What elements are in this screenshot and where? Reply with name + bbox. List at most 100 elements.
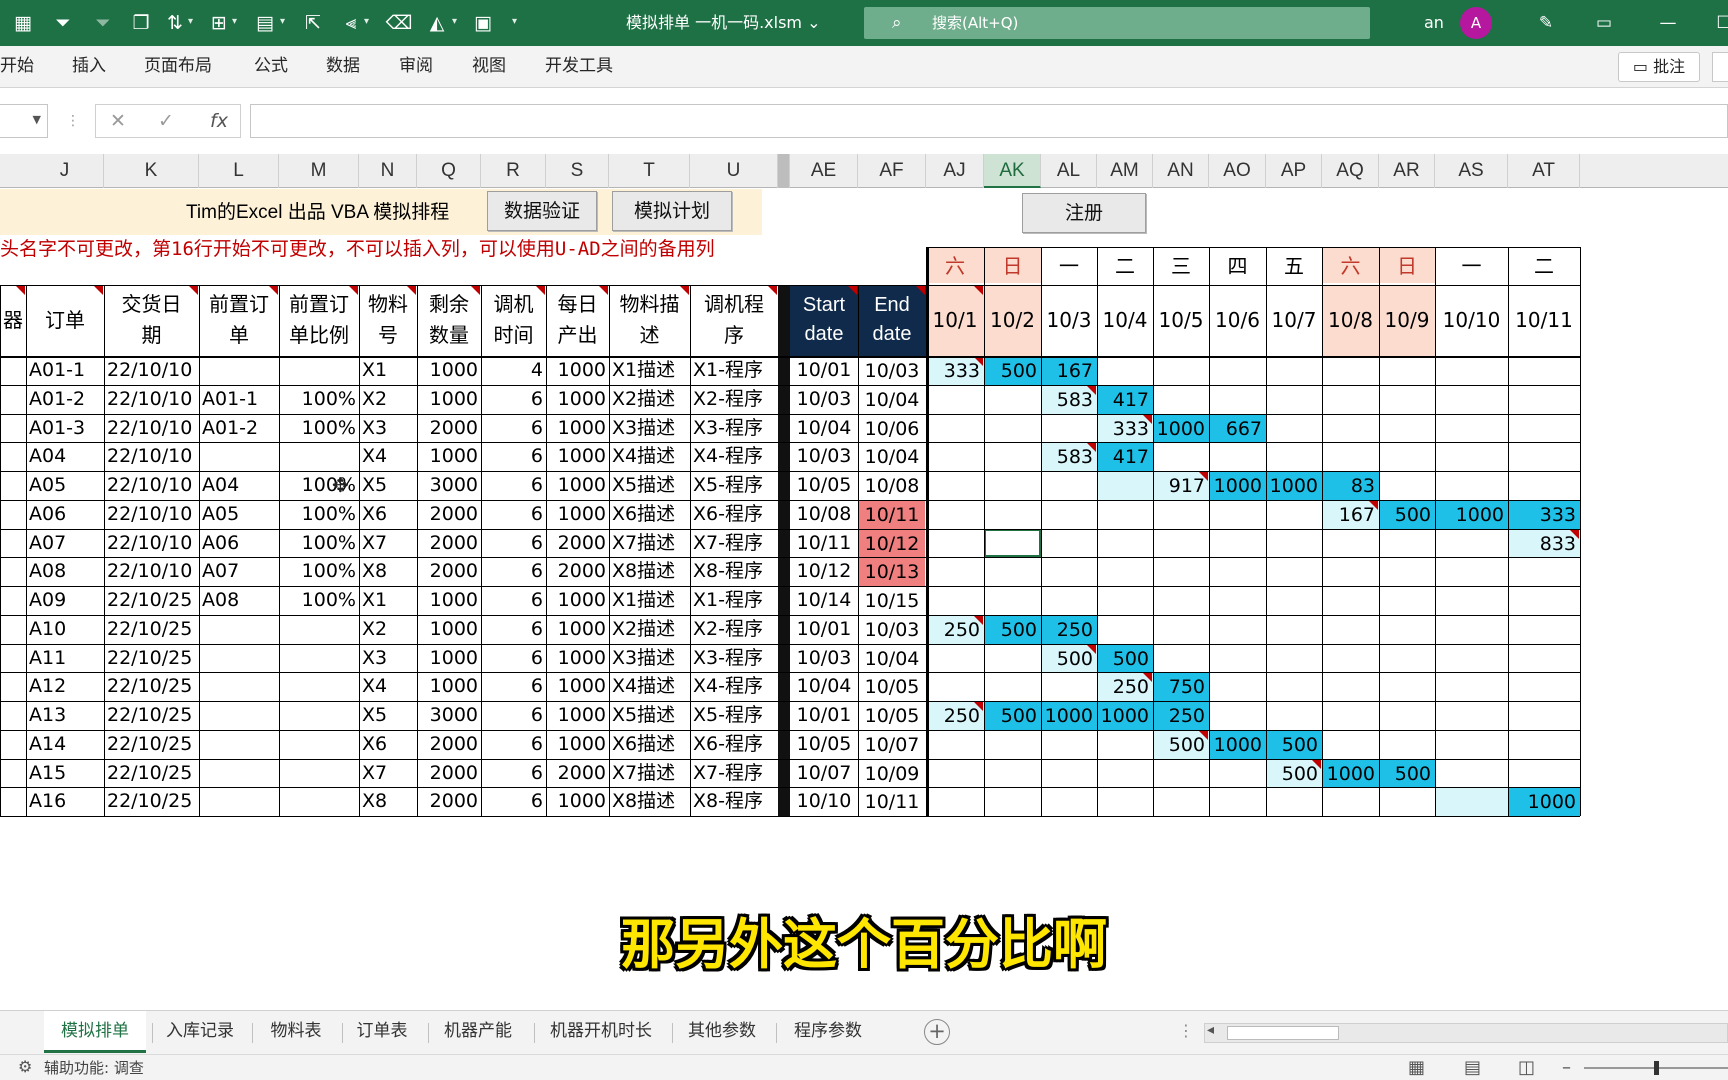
gantt-cell[interactable]: 500 [985, 357, 1041, 385]
cell-mat[interactable]: X6 [362, 500, 414, 529]
cell-mat[interactable]: X2 [362, 385, 414, 414]
gantt-cell[interactable]: 500 [1267, 730, 1322, 759]
ribbon-display-icon[interactable]: ▭ [1584, 0, 1624, 46]
cell-delivery[interactable]: 22/10/25 [107, 759, 196, 788]
cell-prog[interactable]: X2-程序 [693, 615, 775, 644]
cell-mat[interactable]: X2 [362, 615, 414, 644]
cell-setup[interactable]: 6 [484, 471, 543, 500]
insert-function-icon[interactable]: fx [210, 104, 228, 138]
tab-home[interactable]: 开始 [0, 46, 34, 88]
cell-daily[interactable]: 1000 [549, 414, 606, 443]
column-header-q[interactable]: Q [417, 154, 481, 188]
cell-desc[interactable]: X7描述 [612, 759, 687, 788]
cell-desc[interactable]: X4描述 [612, 672, 687, 701]
pointer-icon[interactable]: ⇱ [298, 8, 328, 38]
gantt-cell[interactable]: 750 [1154, 673, 1209, 701]
tab-review[interactable]: 审阅 [399, 46, 433, 88]
cell-remain[interactable]: 1000 [420, 385, 478, 414]
cell-setup[interactable]: 6 [484, 759, 543, 788]
column-header-s[interactable]: S [546, 154, 609, 188]
cell-pre[interactable] [202, 701, 276, 730]
cell-setup[interactable]: 6 [484, 672, 543, 701]
gantt-cell-empty[interactable] [1098, 472, 1153, 500]
cell-mat[interactable]: X4 [362, 672, 414, 701]
sheet-tab-orders[interactable]: 订单表 [346, 1011, 418, 1053]
cell-pre[interactable] [202, 356, 276, 385]
cell-desc[interactable]: X5描述 [612, 471, 687, 500]
cell-remain[interactable]: 1000 [420, 644, 478, 673]
column-header-l[interactable]: L [199, 154, 279, 188]
cell-remain[interactable]: 2000 [420, 787, 478, 816]
cell-end-date[interactable]: 10/04 [859, 386, 925, 414]
save-as-icon[interactable]: ▣ [468, 8, 498, 38]
column-header-k[interactable]: K [104, 154, 199, 188]
cell-mat[interactable]: X1 [362, 586, 414, 615]
cell-end-date[interactable]: 10/03 [859, 357, 925, 385]
cell-start-date[interactable]: 10/01 [790, 701, 858, 730]
share-button[interactable] [1712, 52, 1728, 82]
cell-prog[interactable]: X7-程序 [693, 529, 775, 558]
cell-end-date[interactable]: 10/11 [859, 500, 925, 529]
cell-remain[interactable]: 2000 [420, 500, 478, 529]
cell-delivery[interactable]: 22/10/10 [107, 385, 196, 414]
cell-order[interactable]: A12 [29, 672, 101, 701]
column-header-aq[interactable]: AQ [1322, 154, 1379, 188]
more-icon[interactable]: ⋮ [66, 104, 80, 138]
cell-daily[interactable]: 2000 [549, 529, 606, 558]
cell-prog[interactable]: X2-程序 [693, 385, 775, 414]
cell-daily[interactable]: 1000 [549, 644, 606, 673]
comments-button[interactable]: ▭ 批注 [1618, 52, 1700, 82]
chevron-down-icon[interactable]: ▾ [280, 16, 285, 27]
scroll-left-icon[interactable]: ◂ [1207, 1022, 1214, 1038]
cell-ratio[interactable] [282, 615, 356, 644]
cell-setup[interactable]: 6 [484, 787, 543, 816]
cell-pre[interactable] [202, 730, 276, 759]
cell-daily[interactable]: 2000 [549, 759, 606, 788]
cell-mat[interactable]: X5 [362, 471, 414, 500]
gantt-cell[interactable]: 500 [985, 702, 1041, 730]
cell-pre[interactable]: A08 [202, 586, 276, 615]
gantt-cell[interactable]: 83 [1323, 472, 1379, 500]
cell-delivery[interactable]: 22/10/25 [107, 644, 196, 673]
cell-prog[interactable]: X3-程序 [693, 414, 775, 443]
cell-prog[interactable]: X1-程序 [693, 356, 775, 385]
gantt-cell[interactable]: 417 [1098, 443, 1153, 471]
sheet-tab-materials[interactable]: 物料表 [256, 1011, 336, 1053]
cell-delivery[interactable]: 22/10/25 [107, 672, 196, 701]
cell-remain[interactable]: 2000 [420, 557, 478, 586]
cell-end-date[interactable]: 10/11 [859, 788, 925, 816]
more-icon[interactable]: ⋮ [1178, 1021, 1194, 1040]
form-icon[interactable]: ▤ [250, 8, 280, 38]
cell-ratio[interactable]: 100% [282, 529, 356, 558]
cell-order[interactable]: A13 [29, 701, 101, 730]
cell-remain[interactable]: 1000 [420, 586, 478, 615]
cell-start-date[interactable]: 10/05 [790, 471, 858, 500]
cell-pre[interactable]: A06 [202, 529, 276, 558]
cell-setup[interactable]: 6 [484, 385, 543, 414]
cell-prog[interactable]: X4-程序 [693, 672, 775, 701]
cell-desc[interactable]: X1描述 [612, 356, 687, 385]
cell-mat[interactable]: X5 [362, 701, 414, 730]
cell-order[interactable]: A01-1 [29, 356, 101, 385]
cell-order[interactable]: A09 [29, 586, 101, 615]
cell-delivery[interactable]: 22/10/25 [107, 615, 196, 644]
cell-desc[interactable]: X8描述 [612, 557, 687, 586]
cell-daily[interactable]: 1000 [549, 787, 606, 816]
cell-delivery[interactable]: 22/10/25 [107, 787, 196, 816]
cell-daily[interactable]: 1000 [549, 730, 606, 759]
cell-order[interactable]: A08 [29, 557, 101, 586]
cell-order[interactable]: A07 [29, 529, 101, 558]
cell-desc[interactable]: X1描述 [612, 586, 687, 615]
cell-prog[interactable]: X6-程序 [693, 500, 775, 529]
cell-delivery[interactable]: 22/10/25 [107, 586, 196, 615]
gantt-cell[interactable]: 333 [1509, 500, 1580, 529]
scrollbar-thumb[interactable] [1227, 1026, 1339, 1040]
cell-mat[interactable]: X8 [362, 557, 414, 586]
cell-pre[interactable]: A05 [202, 500, 276, 529]
cell-ratio[interactable]: 100% [282, 557, 356, 586]
sheet-tab-machine-capacity[interactable]: 机器产能 [432, 1011, 524, 1053]
tab-page-layout[interactable]: 页面布局 [144, 46, 212, 88]
cell-end-date[interactable]: 10/05 [859, 702, 925, 730]
cell-daily[interactable]: 1000 [549, 701, 606, 730]
formula-input[interactable] [250, 104, 1728, 138]
